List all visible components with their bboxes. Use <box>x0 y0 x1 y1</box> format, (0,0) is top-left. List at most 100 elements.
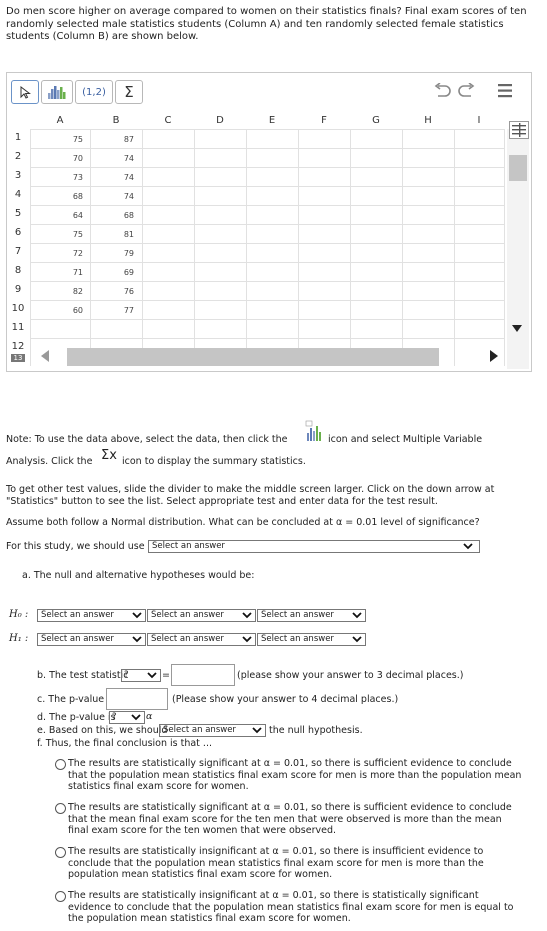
row-header[interactable]: 6 <box>8 227 28 238</box>
p-value-input[interactable] <box>106 688 168 710</box>
note-line-1b: icon and select Multiple Variable <box>328 434 483 445</box>
scroll-right-arrow-icon[interactable] <box>490 350 498 365</box>
divider-handle-icon[interactable] <box>509 121 529 139</box>
part-a-label: a. The null and alternative hypotheses w… <box>22 570 255 581</box>
hamburger-menu-icon[interactable] <box>497 82 513 102</box>
column-header-f[interactable]: F <box>298 115 350 129</box>
row-header[interactable]: 8 <box>8 265 28 276</box>
column-header-d[interactable]: D <box>194 115 246 129</box>
part-f-label: f. Thus, the final conclusion is that ..… <box>37 738 212 749</box>
h1-label: H₁ : <box>9 633 29 644</box>
row-header[interactable]: 10 <box>8 303 28 314</box>
cell-a6[interactable]: 75 <box>30 230 83 239</box>
cell-a3[interactable]: 73 <box>30 173 83 182</box>
p-value-compare-select[interactable]: ? <box>109 711 145 724</box>
cell-a8[interactable]: 71 <box>30 268 83 277</box>
cell-a2[interactable]: 70 <box>30 154 83 163</box>
cell-a9[interactable]: 82 <box>30 287 83 296</box>
cell-a4[interactable]: 68 <box>30 192 83 201</box>
spreadsheet[interactable]: (1,2) Σ A B C D E F G H I 1 2 3 4 5 6 7 … <box>6 72 532 372</box>
conclusion-option-3: The results are statistically insignific… <box>68 846 484 880</box>
row-header[interactable]: 12 <box>8 341 28 352</box>
test-select-value: Select an answer <box>152 541 225 551</box>
conclusion-radio-3[interactable] <box>55 847 66 858</box>
h1-parameter-select-value: Select an answer <box>41 634 114 644</box>
column-header-e[interactable]: E <box>246 115 298 129</box>
bar-chart-icon[interactable] <box>41 80 73 104</box>
row-header[interactable]: 2 <box>8 151 28 162</box>
cell-a7[interactable]: 72 <box>30 249 83 258</box>
h1-operator-select[interactable]: Select an answer <box>147 633 256 646</box>
h0-parameter-select-value: Select an answer <box>41 610 114 620</box>
conclusion-radio-4[interactable] <box>55 891 66 902</box>
cell-b9[interactable]: 76 <box>90 287 134 296</box>
cell-b8[interactable]: 69 <box>90 268 134 277</box>
h1-value-select-value: Select an answer <box>261 634 334 644</box>
row-header[interactable]: 9 <box>8 284 28 295</box>
row-header[interactable]: 13 <box>11 354 25 362</box>
column-header-c[interactable]: C <box>142 115 194 129</box>
h0-value-select[interactable]: Select an answer <box>257 609 366 622</box>
note-line-1a: Note: To use the data above, select the … <box>6 434 288 445</box>
scroll-left-arrow-icon[interactable] <box>41 350 49 365</box>
sigma-x-icon: Σx <box>101 448 117 463</box>
cell-b1[interactable]: 87 <box>90 135 134 144</box>
chevron-down-icon <box>132 610 142 624</box>
row-header[interactable]: 3 <box>8 170 28 181</box>
chevron-down-icon <box>463 541 473 555</box>
cell-b2[interactable]: 74 <box>90 154 134 163</box>
h0-operator-select[interactable]: Select an answer <box>147 609 256 622</box>
scroll-down-arrow-icon[interactable] <box>512 325 522 336</box>
cell-b10[interactable]: 77 <box>90 306 134 315</box>
conclusion-radio-2[interactable] <box>55 803 66 814</box>
cell-a1[interactable]: 75 <box>30 135 83 144</box>
part-d-label: d. The p-value is <box>37 712 116 723</box>
cell-b3[interactable]: 74 <box>90 173 134 182</box>
part-c-label: c. The p-value = <box>37 694 116 705</box>
chevron-down-icon <box>242 634 252 648</box>
h0-operator-select-value: Select an answer <box>151 610 224 620</box>
cell-b6[interactable]: 81 <box>90 230 134 239</box>
column-header-i[interactable]: I <box>454 115 504 129</box>
vertical-scrollbar-thumb[interactable] <box>509 155 527 181</box>
p-value-compare-select-value: ? <box>112 712 117 722</box>
column-header-a[interactable]: A <box>30 115 90 129</box>
redo-icon[interactable] <box>457 82 477 102</box>
part-e-tail: the null hypothesis. <box>269 725 363 736</box>
h0-label: H₀ : <box>9 609 29 620</box>
decision-select[interactable]: Select an answer <box>159 724 266 737</box>
part-e-label: e. Based on this, we should <box>37 725 168 736</box>
row-header[interactable]: 1 <box>8 132 28 143</box>
cell-b4[interactable]: 74 <box>90 192 134 201</box>
cell-a5[interactable]: 64 <box>30 211 83 220</box>
h1-operator-select-value: Select an answer <box>151 634 224 644</box>
cell-b7[interactable]: 79 <box>90 249 134 258</box>
test-select[interactable]: Select an answer <box>148 540 480 553</box>
conclusion-radio-1[interactable] <box>55 759 66 770</box>
decision-select-value: Select an answer <box>163 725 236 735</box>
two-variable-button[interactable]: (1,2) <box>75 80 113 104</box>
row-header[interactable]: 5 <box>8 208 28 219</box>
row-header[interactable]: 11 <box>8 322 28 333</box>
cell-b5[interactable]: 68 <box>90 211 134 220</box>
chevron-down-icon <box>131 712 141 726</box>
horizontal-scrollbar-thumb[interactable] <box>67 348 439 366</box>
undo-icon[interactable] <box>432 82 452 102</box>
column-header-g[interactable]: G <box>350 115 402 129</box>
h0-parameter-select[interactable]: Select an answer <box>37 609 146 622</box>
alpha-symbol: α <box>146 711 153 722</box>
assumption-text: Assume both follow a Normal distribution… <box>6 517 480 528</box>
statistic-type-select[interactable]: ? <box>121 669 161 682</box>
cell-a10[interactable]: 60 <box>30 306 83 315</box>
h1-value-select[interactable]: Select an answer <box>257 633 366 646</box>
column-header-h[interactable]: H <box>402 115 454 129</box>
row-header[interactable]: 4 <box>8 189 28 200</box>
h1-parameter-select[interactable]: Select an answer <box>37 633 146 646</box>
sum-button[interactable]: Σ <box>115 80 143 104</box>
test-statistic-input[interactable] <box>171 664 235 686</box>
bar-chart-icon <box>305 420 325 445</box>
column-header-b[interactable]: B <box>90 115 142 129</box>
row-header[interactable]: 7 <box>8 246 28 257</box>
cursor-arrow-icon[interactable] <box>11 80 39 104</box>
note-line-2a: Analysis. Click the <box>6 456 93 467</box>
